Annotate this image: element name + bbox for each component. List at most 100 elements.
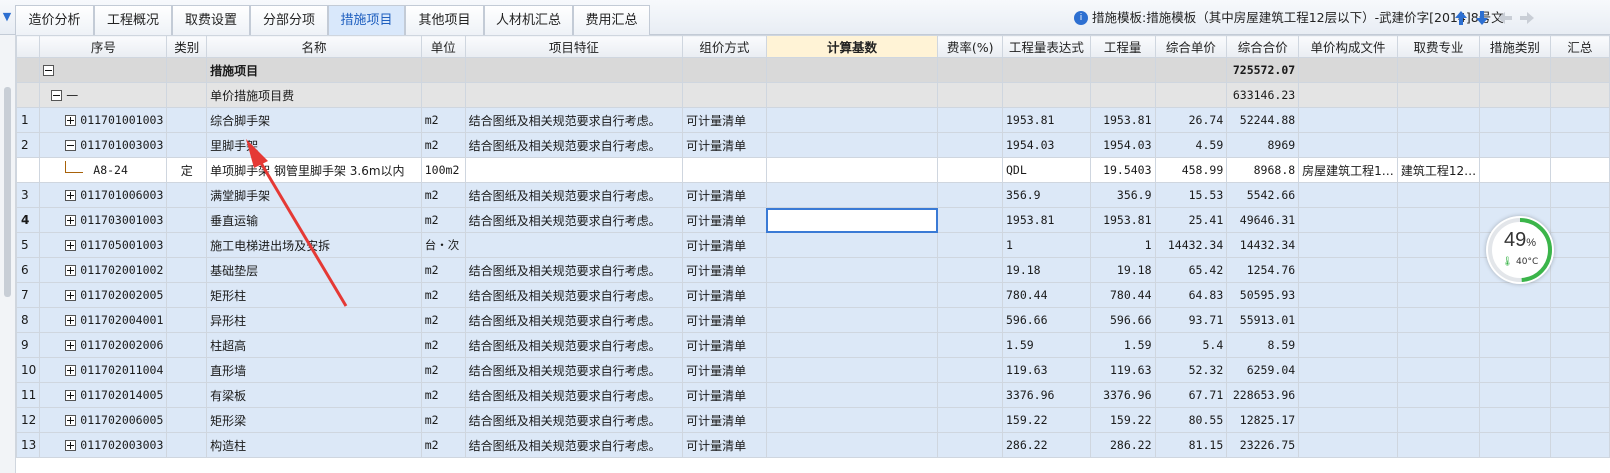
name-cell[interactable]: 矩形梁 [206, 407, 422, 433]
name-cell[interactable]: 构造柱 [206, 432, 422, 458]
tab-4[interactable]: 分部分项 [250, 5, 328, 35]
expr-cell[interactable]: 1953.81 [1001, 207, 1091, 233]
column-header[interactable]: 综合单价 [1154, 35, 1228, 58]
table-row[interactable]: 4 011703001003 垂直运输 m2 结合图纸及相关规范要求自行考虑。 可计量清单… [16, 207, 1610, 233]
expand-icon[interactable] [65, 415, 77, 426]
feature-cell[interactable]: 结合图纸及相关规范要求自行考虑。 [464, 282, 684, 308]
method-cell[interactable]: 可计量清单 [682, 432, 767, 458]
column-header[interactable]: 单位 [420, 35, 466, 58]
rate-cell[interactable] [937, 282, 1003, 308]
rate-cell[interactable] [937, 257, 1003, 283]
method-cell[interactable]: 可计量清单 [682, 382, 767, 408]
feature-cell[interactable]: 结合图纸及相关规范要求自行考虑。 [464, 207, 684, 233]
column-header[interactable]: 序号 [39, 35, 168, 58]
base-cell[interactable] [765, 107, 939, 133]
rate-cell[interactable] [937, 182, 1003, 208]
feature-cell[interactable]: 结合图纸及相关规范要求自行考虑。 [464, 182, 684, 208]
column-header[interactable]: 取费专业 [1396, 35, 1481, 58]
feature-cell[interactable]: 结合图纸及相关规范要求自行考虑。 [464, 332, 684, 358]
method-cell[interactable]: 可计量清单 [682, 307, 767, 333]
expand-icon[interactable] [65, 290, 77, 301]
column-header[interactable]: 组价方式 [682, 35, 767, 58]
system-monitor-widget[interactable]: 49% 🌡 40°C [1486, 216, 1554, 284]
subgroup-row[interactable]: — 单价措施项目费 633146.23 [16, 82, 1610, 108]
rate-cell[interactable] [937, 107, 1003, 133]
table-row[interactable]: 3 011701006003 满堂脚手架 m2 结合图纸及相关规范要求自行考虑。 可计量清… [16, 182, 1610, 208]
name-cell[interactable]: 矩形柱 [206, 282, 422, 308]
group-row[interactable]: 措施项目 725572.07 [16, 57, 1610, 83]
base-cell[interactable] [765, 282, 939, 308]
base-cell[interactable] [765, 182, 939, 208]
feature-cell[interactable]: 结合图纸及相关规范要求自行考虑。 [464, 307, 684, 333]
arrow-right-icon[interactable] [1518, 9, 1536, 27]
expand-icon[interactable] [65, 115, 77, 126]
rate-cell[interactable] [937, 332, 1003, 358]
tab-6[interactable]: 其他项目 [405, 5, 484, 35]
expand-icon[interactable] [65, 365, 77, 376]
table-row[interactable]: 5 011705001003 施工电梯进出场及安拆 台・次 可计量清单 1 1 14432.3… [16, 232, 1610, 258]
tab-5[interactable]: 措施项目 [328, 5, 405, 35]
method-cell[interactable]: 可计量清单 [682, 132, 767, 158]
table-row[interactable]: 6 011702001002 基础垫层 m2 结合图纸及相关规范要求自行考虑。 可计量清单… [16, 257, 1610, 283]
arrow-down-icon[interactable] [1473, 9, 1491, 27]
method-cell[interactable]: 可计量清单 [682, 357, 767, 383]
method-cell[interactable]: 可计量清单 [682, 107, 767, 133]
base-cell[interactable] [765, 132, 939, 158]
collapse-icon[interactable] [65, 140, 77, 151]
rate-cell[interactable] [937, 357, 1003, 383]
file-cell[interactable]: 房屋建筑工程1… [1298, 157, 1398, 183]
rate-cell[interactable] [937, 207, 1003, 233]
expr-cell[interactable]: 1 [1001, 232, 1091, 258]
expr-cell[interactable]: 356.9 [1001, 182, 1091, 208]
column-header[interactable]: 汇总 [1549, 35, 1610, 58]
collapse-icon[interactable] [43, 65, 55, 76]
method-cell[interactable]: 可计量清单 [682, 232, 767, 258]
column-header[interactable]: 名称 [206, 35, 422, 58]
method-cell[interactable]: 可计量清单 [682, 332, 767, 358]
left-scroll-gutter[interactable] [0, 35, 16, 473]
feature-cell[interactable]: 结合图纸及相关规范要求自行考虑。 [464, 382, 684, 408]
expand-icon[interactable] [65, 240, 77, 251]
expand-icon[interactable] [65, 390, 77, 401]
expand-icon[interactable] [65, 215, 77, 226]
feature-cell[interactable]: 结合图纸及相关规范要求自行考虑。 [464, 132, 684, 158]
base-cell[interactable] [765, 232, 939, 258]
name-cell[interactable]: 异形柱 [206, 307, 422, 333]
expr-cell[interactable]: 119.63 [1001, 357, 1091, 383]
rate-cell[interactable] [937, 132, 1003, 158]
expr-cell[interactable]: 286.22 [1001, 432, 1091, 458]
tab-3[interactable]: 取费设置 [172, 5, 250, 35]
collapse-icon[interactable] [51, 90, 63, 101]
tab-8[interactable]: 费用汇总 [573, 5, 650, 35]
arrow-left-icon[interactable] [1496, 9, 1514, 27]
method-cell[interactable]: 可计量清单 [682, 257, 767, 283]
base-cell[interactable] [765, 332, 939, 358]
expand-icon[interactable] [65, 440, 77, 451]
feature-cell[interactable]: 结合图纸及相关规范要求自行考虑。 [464, 107, 684, 133]
column-header[interactable]: 计算基数 [765, 35, 939, 58]
expr-cell[interactable]: 1953.81 [1001, 107, 1091, 133]
table-row[interactable]: 10 011702011004 直形墙 m2 结合图纸及相关规范要求自行考虑。 可计量清单… [16, 357, 1610, 383]
column-header[interactable]: 单价构成文件 [1298, 35, 1398, 58]
feature-cell[interactable]: 结合图纸及相关规范要求自行考虑。 [464, 257, 684, 283]
column-header[interactable]: 项目特征 [464, 35, 684, 58]
name-cell[interactable]: 直形墙 [206, 357, 422, 383]
base-cell[interactable] [765, 207, 939, 233]
base-cell[interactable] [765, 357, 939, 383]
expand-icon[interactable] [65, 315, 77, 326]
table-row[interactable]: 13 011702003003 构造柱 m2 结合图纸及相关规范要求自行考虑。 可计量清单… [16, 432, 1610, 458]
column-header[interactable]: 工程量 [1089, 35, 1156, 58]
expr-cell[interactable]: 19.18 [1001, 257, 1091, 283]
feature-cell[interactable]: 结合图纸及相关规范要求自行考虑。 [464, 407, 684, 433]
tab-2[interactable]: 工程概况 [94, 5, 172, 35]
name-cell[interactable]: 综合脚手架 [206, 107, 422, 133]
column-header[interactable]: 措施类别 [1479, 35, 1551, 58]
expr-cell[interactable]: 159.22 [1001, 407, 1091, 433]
column-header[interactable]: 综合合价 [1226, 35, 1300, 58]
expr-cell[interactable]: 1954.03 [1001, 132, 1091, 158]
base-cell[interactable] [765, 432, 939, 458]
name-cell[interactable]: 柱超高 [206, 332, 422, 358]
feature-cell[interactable]: 结合图纸及相关规范要求自行考虑。 [464, 432, 684, 458]
expand-icon[interactable] [65, 190, 77, 201]
method-cell[interactable]: 可计量清单 [682, 207, 767, 233]
